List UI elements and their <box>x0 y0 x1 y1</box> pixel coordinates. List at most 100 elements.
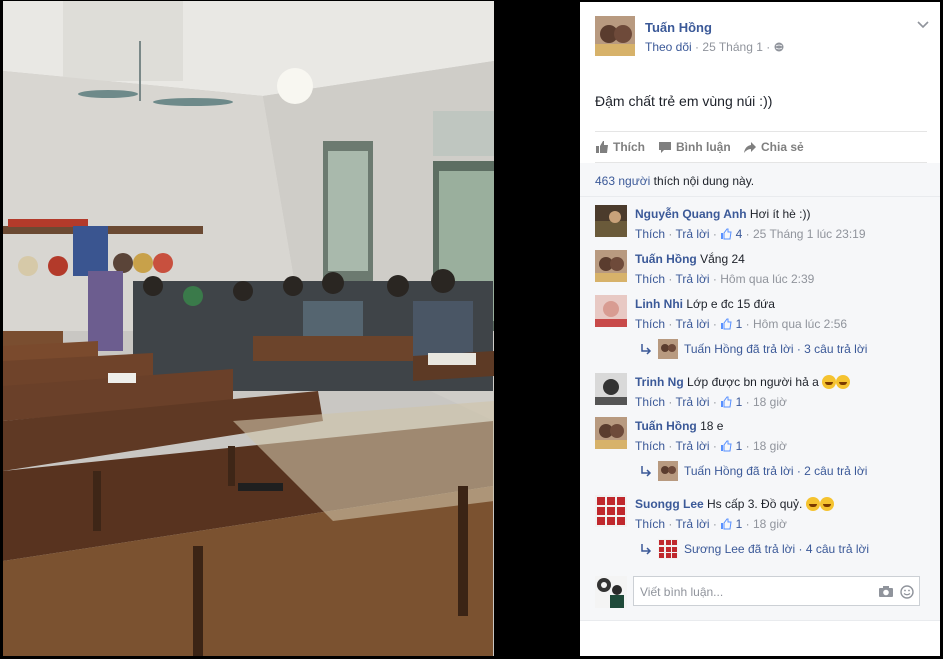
viewer-avatar[interactable] <box>595 576 627 608</box>
commenter-avatar[interactable] <box>595 417 627 449</box>
sep: · <box>712 272 717 286</box>
comment-text: Hơi ít hè :)) <box>749 207 811 221</box>
commenter-name[interactable]: Trinh Ng <box>635 375 684 389</box>
comment-like-count[interactable]: 1 <box>736 317 743 331</box>
commenter-name[interactable]: Linh Nhi <box>635 297 683 311</box>
sep: · <box>668 439 673 453</box>
comment-actions: Thích · Trả lời · 1 · Hôm qua lúc 2:56 <box>635 317 847 331</box>
commenter-avatar[interactable] <box>595 295 627 327</box>
comment-input[interactable]: Viết bình luận... <box>633 576 920 606</box>
reply-summary-text: Tuấn Hồng đã trả lời · 2 câu trả lời <box>684 464 868 478</box>
comment-like-count[interactable]: 4 <box>736 227 743 241</box>
comment-body: Trinh Ng Lớp được bn người hả a <box>635 375 851 389</box>
sep: · <box>668 227 673 241</box>
thumbs-up-icon <box>596 141 608 153</box>
commenter-avatar[interactable] <box>595 250 627 282</box>
comment-like-link[interactable]: Thích <box>635 272 665 286</box>
write-comment-area: Viết bình luận... <box>580 569 940 621</box>
commenter-name[interactable]: Suongg Lee <box>635 497 704 511</box>
classroom-photo <box>3 1 494 656</box>
likes-suffix: thích nội dung này. <box>653 174 755 188</box>
sep: · <box>712 517 717 531</box>
comment-like-count[interactable]: 1 <box>736 517 743 531</box>
sep: · <box>668 272 673 286</box>
comment-like-count[interactable]: 1 <box>736 395 743 409</box>
reply-summary[interactable]: Tuấn Hồng đã trả lời · 3 câu trả lời <box>640 339 867 359</box>
comment-reply-link[interactable]: Trả lời <box>675 272 709 286</box>
post-date[interactable]: 25 Tháng 1 <box>702 40 763 54</box>
like-label: Thích <box>613 140 645 154</box>
reply-summary[interactable]: Sương Lee đã trả lời · 4 câu trả lời <box>640 539 869 559</box>
comment-button[interactable]: Bình luận <box>658 140 731 154</box>
comment-reply-link[interactable]: Trả lời <box>675 395 709 409</box>
commenter-avatar[interactable] <box>595 205 627 237</box>
camera-icon[interactable] <box>878 585 894 598</box>
comment-like-link[interactable]: Thích <box>635 439 665 453</box>
comment-like-count[interactable]: 1 <box>736 439 743 453</box>
comment-actions: Thích · Trả lời · Hôm qua lúc 2:39 <box>635 272 814 286</box>
comment-like-link[interactable]: Thích <box>635 517 665 531</box>
reply-arrow-icon <box>641 466 652 477</box>
reply-summary-text: Sương Lee đã trả lời · 4 câu trả lời <box>684 542 870 556</box>
replier-avatar <box>658 539 678 559</box>
comment-actions: Thích · Trả lời · 1 · 18 giờ <box>635 395 787 409</box>
action-bar: Thích Bình luận Chia sẻ <box>595 131 927 163</box>
comment-text: Vắng 24 <box>700 252 745 266</box>
comment-time[interactable]: 18 giờ <box>753 439 787 453</box>
reply-arrow-icon <box>641 544 652 555</box>
reply-summary-text: Tuấn Hồng đã trả lời · 3 câu trả lời <box>684 342 868 356</box>
commenter-name[interactable]: Tuấn Hồng <box>635 252 697 266</box>
commenter-avatar[interactable] <box>595 495 627 527</box>
sep: · <box>712 395 717 409</box>
replier-avatar <box>658 339 678 359</box>
likes-row: 463 người thích nội dung này. <box>580 163 940 197</box>
comment-time[interactable]: Hôm qua lúc 2:39 <box>720 272 814 286</box>
post-text: Đậm chất trẻ em vùng núi :)) <box>595 93 773 109</box>
comment-reply-link[interactable]: Trả lời <box>675 227 709 241</box>
comment-time[interactable]: 18 giờ <box>753 395 787 409</box>
sep: · <box>668 395 673 409</box>
comment-reply-link[interactable]: Trả lời <box>675 317 709 331</box>
thumbs-up-icon <box>721 518 732 530</box>
author-avatar[interactable] <box>595 16 635 56</box>
sep: · <box>712 317 717 331</box>
comment-like-link[interactable]: Thích <box>635 227 665 241</box>
comment-time[interactable]: 25 Tháng 1 lúc 23:19 <box>753 227 866 241</box>
share-label: Chia sẻ <box>761 140 804 154</box>
meta-separator-2: · <box>766 40 771 54</box>
chevron-down-icon[interactable] <box>916 18 930 32</box>
comment-label: Bình luận <box>676 140 731 154</box>
sep: · <box>668 517 673 531</box>
likes-count[interactable]: 463 người <box>595 174 650 188</box>
thumbs-up-icon <box>721 318 732 330</box>
comment-like-link[interactable]: Thích <box>635 317 665 331</box>
smiley-icon[interactable] <box>900 585 914 599</box>
post-header: Tuấn Hồng Theo dõi · 25 Tháng 1 · <box>595 16 930 61</box>
comment-text: Hs cấp 3. Đồ quỷ. <box>707 497 803 511</box>
thumbs-up-icon <box>721 396 732 408</box>
commenter-name[interactable]: Nguyễn Quang Anh <box>635 207 747 221</box>
comment-like-link[interactable]: Thích <box>635 395 665 409</box>
commenter-name[interactable]: Tuấn Hồng <box>635 419 697 433</box>
share-button[interactable]: Chia sẻ <box>743 140 804 154</box>
follow-link[interactable]: Theo dõi <box>645 40 692 54</box>
like-button[interactable]: Thích <box>595 140 645 154</box>
post-panel: Tuấn Hồng Theo dõi · 25 Tháng 1 · Đậm ch… <box>580 2 940 656</box>
likes-summary: 463 người thích nội dung này. <box>595 174 754 188</box>
sep: · <box>712 227 717 241</box>
globe-icon <box>774 42 784 52</box>
comment-reply-link[interactable]: Trả lời <box>675 439 709 453</box>
share-icon <box>744 142 756 153</box>
comment-body: Tuấn Hồng 18 e <box>635 419 723 433</box>
comment-time[interactable]: Hôm qua lúc 2:56 <box>753 317 847 331</box>
reply-arrow-icon <box>641 344 652 355</box>
comment-time[interactable]: 18 giờ <box>753 517 787 531</box>
comment-reply-link[interactable]: Trả lời <box>675 517 709 531</box>
post-photo[interactable] <box>3 1 494 656</box>
comment-input-placeholder: Viết bình luận... <box>640 585 724 599</box>
laughing-emoji-icon <box>836 375 851 389</box>
reply-summary[interactable]: Tuấn Hồng đã trả lời · 2 câu trả lời <box>640 461 867 481</box>
author-name[interactable]: Tuấn Hồng <box>645 20 712 35</box>
commenter-avatar[interactable] <box>595 373 627 405</box>
comment-body: Linh Nhi Lớp e đc 15 đứa <box>635 297 775 311</box>
